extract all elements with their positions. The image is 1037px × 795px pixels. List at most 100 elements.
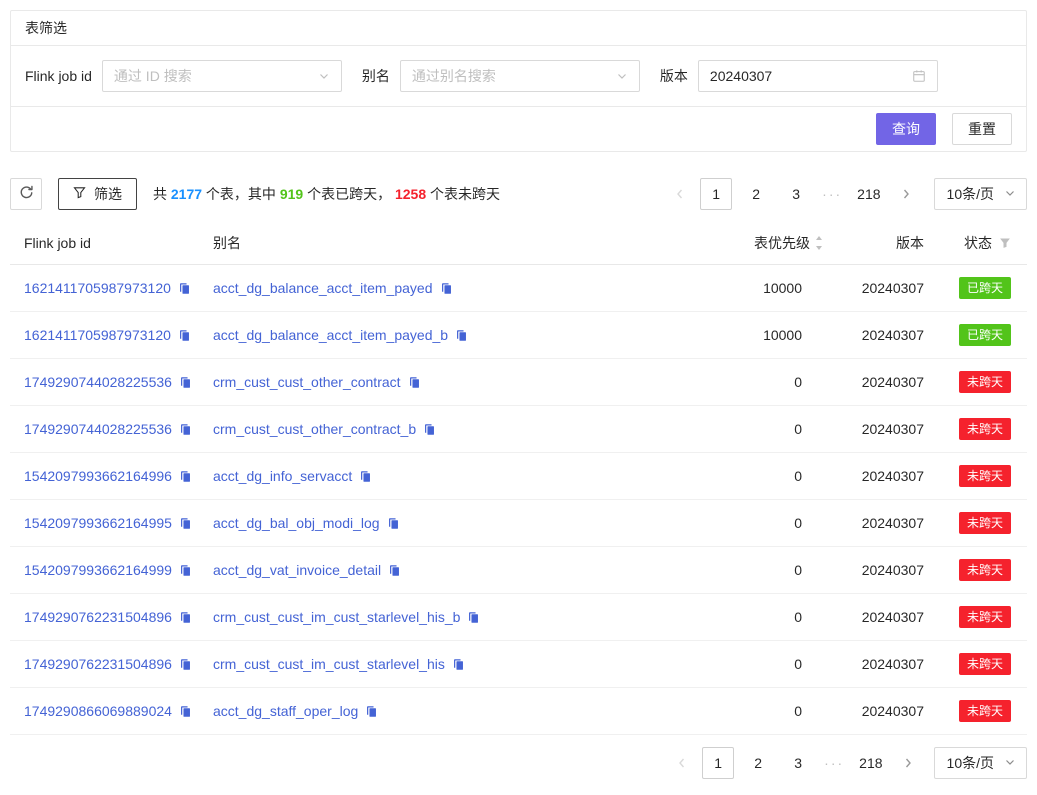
copy-icon[interactable] (178, 282, 191, 295)
status-badge: 未跨天 (959, 418, 1011, 440)
refresh-button[interactable] (10, 178, 42, 210)
flink-job-id-link[interactable]: 1749290762231504896 (24, 609, 172, 625)
copy-icon[interactable] (179, 423, 192, 436)
alias-link[interactable]: crm_cust_cust_im_cust_starlevel_his (213, 656, 445, 672)
alias-link[interactable]: acct_dg_balance_acct_item_payed_b (213, 327, 448, 343)
status-cell: 未跨天 (932, 688, 1027, 735)
alias-link[interactable]: acct_dg_info_servacct (213, 468, 352, 484)
status-cell: 未跨天 (932, 500, 1027, 547)
alias-cell: acct_dg_balance_acct_item_payed_b (205, 312, 682, 359)
page-size-label: 10条/页 (947, 184, 994, 204)
page: 表筛选 Flink job id 通过 ID 搜索 别名 通过别名搜索 (0, 0, 1037, 795)
flink-job-id-link[interactable]: 1749290744028225536 (24, 374, 172, 390)
copy-icon[interactable] (452, 658, 465, 671)
copy-icon[interactable] (179, 658, 192, 671)
summary-count-total: 2177 (171, 186, 202, 202)
pager-page-1[interactable]: 1 (700, 178, 732, 210)
pager-prev-button[interactable] (670, 747, 694, 779)
copy-icon[interactable] (359, 470, 372, 483)
flink-job-id-link[interactable]: 1621411705987973120 (24, 280, 171, 296)
alias-link[interactable]: crm_cust_cust_im_cust_starlevel_his_b (213, 609, 460, 625)
filter-icon[interactable] (999, 237, 1011, 249)
alias-cell: acct_dg_bal_obj_modi_log (205, 500, 682, 547)
alias-link[interactable]: acct_dg_vat_invoice_detail (213, 562, 381, 578)
pager-next-button[interactable] (894, 178, 918, 210)
flink-job-id-link[interactable]: 1621411705987973120 (24, 327, 171, 343)
table-row: 1542097993662164996 acct_dg_info_servacc… (10, 453, 1027, 500)
alias-link[interactable]: crm_cust_cust_other_contract (213, 374, 401, 390)
copy-icon[interactable] (387, 517, 400, 530)
flink-job-id-cell: 1542097993662164995 (10, 500, 205, 547)
alias-cell: acct_dg_balance_acct_item_payed (205, 265, 682, 312)
flink-job-id-link[interactable]: 1749290866069889024 (24, 703, 172, 719)
flink-job-id-select[interactable]: 通过 ID 搜索 (102, 60, 342, 92)
flink-job-id-cell: 1749290744028225536 (10, 359, 205, 406)
copy-icon[interactable] (179, 517, 192, 530)
filter-card-header: 表筛选 (11, 11, 1026, 46)
reset-button[interactable]: 重置 (952, 113, 1012, 145)
copy-icon[interactable] (455, 329, 468, 342)
version-date-picker[interactable]: 20240307 (698, 60, 938, 92)
copy-icon[interactable] (179, 705, 192, 718)
pager-page-1[interactable]: 1 (702, 747, 734, 779)
page-size-select-top[interactable]: 10条/页 (934, 178, 1027, 210)
flink-job-id-link[interactable]: 1542097993662164995 (24, 515, 172, 531)
copy-icon[interactable] (365, 705, 378, 718)
pager-page-218[interactable]: 218 (854, 747, 887, 779)
priority-cell: 0 (682, 453, 832, 500)
flink-job-id-link[interactable]: 1749290744028225536 (24, 421, 172, 437)
version-cell: 20240307 (832, 406, 932, 453)
query-button[interactable]: 查询 (876, 113, 936, 145)
flink-job-id-cell: 1749290744028225536 (10, 406, 205, 453)
alias-link[interactable]: crm_cust_cust_other_contract_b (213, 421, 416, 437)
copy-icon[interactable] (440, 282, 453, 295)
pager-page-3[interactable]: 3 (782, 747, 814, 779)
pager-next-button[interactable] (896, 747, 920, 779)
pager-ellipsis[interactable]: ··· (822, 755, 846, 771)
alias-link[interactable]: acct_dg_bal_obj_modi_log (213, 515, 380, 531)
pager-ellipsis[interactable]: ··· (820, 186, 844, 202)
status-badge: 未跨天 (959, 606, 1011, 628)
column-header-alias: 别名 (205, 222, 682, 265)
version-cell: 20240307 (832, 641, 932, 688)
copy-icon[interactable] (388, 564, 401, 577)
alias-cell: crm_cust_cust_other_contract_b (205, 406, 682, 453)
alias-link[interactable]: acct_dg_balance_acct_item_payed (213, 280, 433, 296)
status-cell: 已跨天 (932, 265, 1027, 312)
filter-card-title: 表筛选 (25, 20, 67, 36)
status-badge: 未跨天 (959, 371, 1011, 393)
alias-select[interactable]: 通过别名搜索 (400, 60, 640, 92)
field-flink-job-id: Flink job id 通过 ID 搜索 (25, 60, 342, 92)
copy-icon[interactable] (423, 423, 436, 436)
page-size-select-bottom[interactable]: 10条/页 (934, 747, 1027, 779)
priority-cell: 10000 (682, 265, 832, 312)
filter-toggle-button[interactable]: 筛选 (58, 178, 137, 210)
copy-icon[interactable] (178, 329, 191, 342)
column-header-priority[interactable]: 表优先级 (682, 222, 832, 265)
status-badge: 未跨天 (959, 559, 1011, 581)
copy-icon[interactable] (467, 611, 480, 624)
flink-job-id-link[interactable]: 1542097993662164999 (24, 562, 172, 578)
status-badge: 未跨天 (959, 700, 1011, 722)
copy-icon[interactable] (408, 376, 421, 389)
status-cell: 未跨天 (932, 547, 1027, 594)
copy-icon[interactable] (179, 611, 192, 624)
copy-icon[interactable] (179, 470, 192, 483)
alias-link[interactable]: acct_dg_staff_oper_log (213, 703, 358, 719)
table-row: 1621411705987973120 acct_dg_balance_acct… (10, 265, 1027, 312)
pager-page-2[interactable]: 2 (740, 178, 772, 210)
pager-page-2[interactable]: 2 (742, 747, 774, 779)
pager-page-3[interactable]: 3 (780, 178, 812, 210)
flink-job-id-cell: 1749290762231504896 (10, 594, 205, 641)
pager-prev-button[interactable] (668, 178, 692, 210)
sort-icon[interactable] (814, 234, 824, 252)
flink-job-id-link[interactable]: 1749290762231504896 (24, 656, 172, 672)
priority-header-label: 表优先级 (754, 233, 810, 253)
version-cell: 20240307 (832, 500, 932, 547)
column-header-flink-job-id: Flink job id (10, 222, 205, 265)
version-label: 版本 (660, 66, 688, 86)
copy-icon[interactable] (179, 376, 192, 389)
pager-page-218[interactable]: 218 (852, 178, 885, 210)
copy-icon[interactable] (179, 564, 192, 577)
flink-job-id-link[interactable]: 1542097993662164996 (24, 468, 172, 484)
